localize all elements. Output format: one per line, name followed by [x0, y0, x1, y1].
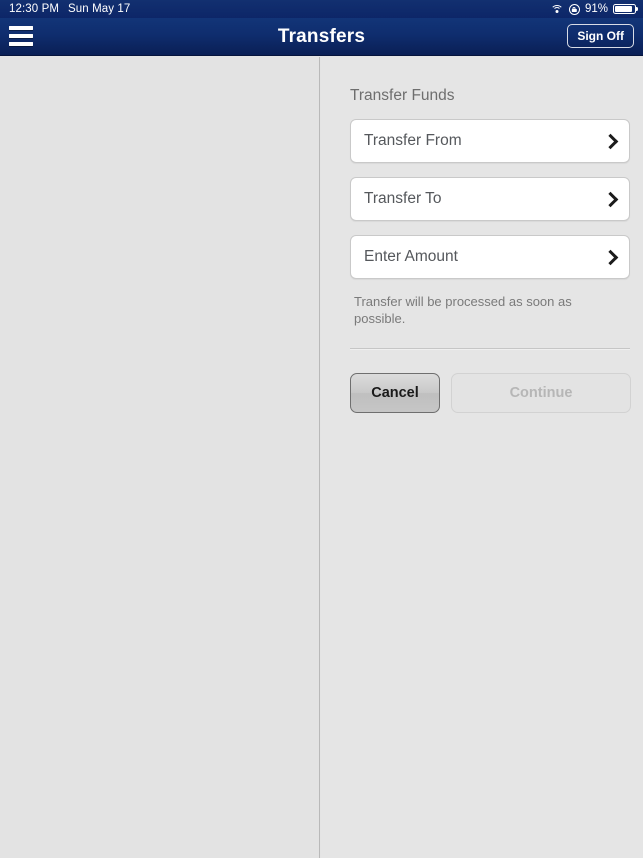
status-bar: 12:30 PM Sun May 17 91%	[0, 0, 643, 18]
section-title: Transfer Funds	[350, 87, 455, 104]
enter-amount-label: Enter Amount	[364, 248, 458, 265]
chevron-right-icon	[602, 133, 619, 150]
status-date: Sun May 17	[68, 3, 131, 15]
status-time: 12:30 PM	[9, 3, 60, 15]
transfer-form: Transfer From Transfer To Enter Amount	[350, 119, 630, 293]
helper-text: Transfer will be processed as soon as po…	[354, 294, 572, 326]
section-divider	[350, 348, 630, 349]
transfer-to-label: Transfer To	[364, 190, 442, 207]
transfer-from-row[interactable]: Transfer From	[350, 119, 630, 163]
master-pane	[0, 57, 320, 858]
transfer-to-row[interactable]: Transfer To	[350, 177, 630, 221]
cancel-button[interactable]: Cancel	[350, 373, 440, 413]
battery-icon	[613, 3, 636, 15]
enter-amount-row[interactable]: Enter Amount	[350, 235, 630, 279]
wifi-icon	[550, 4, 564, 14]
page-title: Transfers	[277, 26, 366, 47]
chevron-right-icon	[602, 191, 619, 208]
chevron-right-icon	[602, 249, 619, 266]
continue-button[interactable]: Continue	[451, 373, 631, 413]
app-screen: 12:30 PM Sun May 17 91% Transfers Sign O…	[0, 0, 643, 858]
action-button-bar: Cancel Continue	[350, 373, 631, 413]
split-view: Transfer Funds Transfer From Transfer To…	[0, 57, 643, 858]
status-bar-left: 12:30 PM Sun May 17	[9, 3, 130, 15]
sign-off-button[interactable]: Sign Off	[567, 24, 634, 48]
transfer-from-label: Transfer From	[364, 132, 462, 149]
detail-pane: Transfer Funds Transfer From Transfer To…	[321, 57, 643, 858]
battery-percent-label: 91%	[584, 3, 608, 15]
rotation-lock-icon	[568, 3, 580, 15]
status-bar-right: 91%	[550, 3, 636, 15]
navigation-bar: Transfers Sign Off	[0, 18, 643, 56]
